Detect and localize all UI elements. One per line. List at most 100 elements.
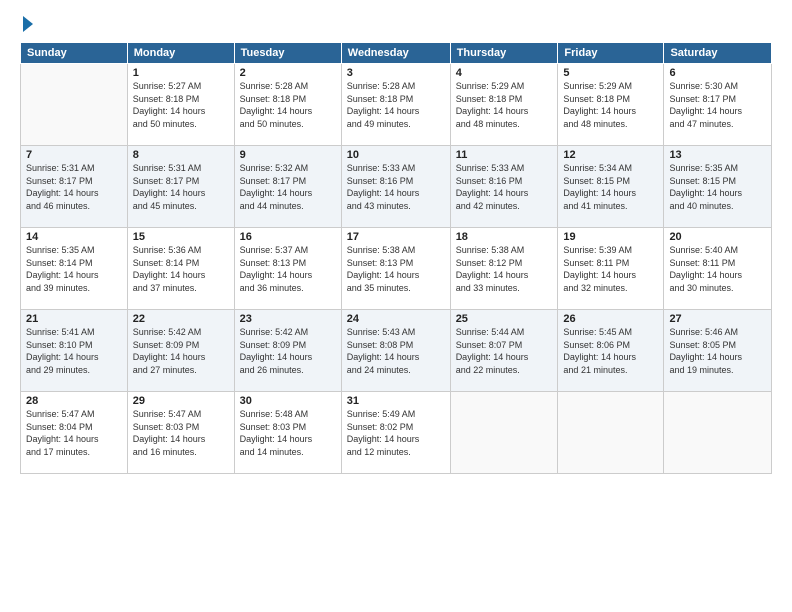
day-info: Sunrise: 5:47 AMSunset: 8:04 PMDaylight:…: [26, 408, 122, 458]
day-number: 9: [240, 149, 336, 161]
day-cell: 1Sunrise: 5:27 AMSunset: 8:18 PMDaylight…: [127, 64, 234, 146]
week-row-4: 21Sunrise: 5:41 AMSunset: 8:10 PMDayligh…: [21, 310, 772, 392]
day-info: Sunrise: 5:33 AMSunset: 8:16 PMDaylight:…: [347, 162, 445, 212]
day-cell: 12Sunrise: 5:34 AMSunset: 8:15 PMDayligh…: [558, 146, 664, 228]
day-info: Sunrise: 5:40 AMSunset: 8:11 PMDaylight:…: [669, 244, 766, 294]
day-info: Sunrise: 5:44 AMSunset: 8:07 PMDaylight:…: [456, 326, 553, 376]
week-row-2: 7Sunrise: 5:31 AMSunset: 8:17 PMDaylight…: [21, 146, 772, 228]
day-info: Sunrise: 5:28 AMSunset: 8:18 PMDaylight:…: [347, 80, 445, 130]
weekday-header-wednesday: Wednesday: [341, 43, 450, 64]
day-number: 14: [26, 231, 122, 243]
day-cell: 13Sunrise: 5:35 AMSunset: 8:15 PMDayligh…: [664, 146, 772, 228]
week-row-1: 1Sunrise: 5:27 AMSunset: 8:18 PMDaylight…: [21, 64, 772, 146]
day-info: Sunrise: 5:38 AMSunset: 8:13 PMDaylight:…: [347, 244, 445, 294]
day-number: 27: [669, 313, 766, 325]
day-info: Sunrise: 5:47 AMSunset: 8:03 PMDaylight:…: [133, 408, 229, 458]
day-cell: 25Sunrise: 5:44 AMSunset: 8:07 PMDayligh…: [450, 310, 558, 392]
day-info: Sunrise: 5:48 AMSunset: 8:03 PMDaylight:…: [240, 408, 336, 458]
day-info: Sunrise: 5:31 AMSunset: 8:17 PMDaylight:…: [26, 162, 122, 212]
weekday-header-saturday: Saturday: [664, 43, 772, 64]
day-info: Sunrise: 5:34 AMSunset: 8:15 PMDaylight:…: [563, 162, 658, 212]
day-info: Sunrise: 5:43 AMSunset: 8:08 PMDaylight:…: [347, 326, 445, 376]
day-cell: 17Sunrise: 5:38 AMSunset: 8:13 PMDayligh…: [341, 228, 450, 310]
day-cell: 27Sunrise: 5:46 AMSunset: 8:05 PMDayligh…: [664, 310, 772, 392]
day-info: Sunrise: 5:38 AMSunset: 8:12 PMDaylight:…: [456, 244, 553, 294]
day-cell: 19Sunrise: 5:39 AMSunset: 8:11 PMDayligh…: [558, 228, 664, 310]
day-cell: 22Sunrise: 5:42 AMSunset: 8:09 PMDayligh…: [127, 310, 234, 392]
day-number: 25: [456, 313, 553, 325]
day-number: 8: [133, 149, 229, 161]
weekday-header-tuesday: Tuesday: [234, 43, 341, 64]
day-cell: 21Sunrise: 5:41 AMSunset: 8:10 PMDayligh…: [21, 310, 128, 392]
day-number: 29: [133, 395, 229, 407]
day-number: 4: [456, 67, 553, 79]
day-number: 28: [26, 395, 122, 407]
day-cell: 3Sunrise: 5:28 AMSunset: 8:18 PMDaylight…: [341, 64, 450, 146]
day-number: 6: [669, 67, 766, 79]
day-info: Sunrise: 5:28 AMSunset: 8:18 PMDaylight:…: [240, 80, 336, 130]
day-cell: 9Sunrise: 5:32 AMSunset: 8:17 PMDaylight…: [234, 146, 341, 228]
page: SundayMondayTuesdayWednesdayThursdayFrid…: [0, 0, 792, 612]
day-number: 2: [240, 67, 336, 79]
week-row-5: 28Sunrise: 5:47 AMSunset: 8:04 PMDayligh…: [21, 392, 772, 474]
day-info: Sunrise: 5:29 AMSunset: 8:18 PMDaylight:…: [456, 80, 553, 130]
day-info: Sunrise: 5:49 AMSunset: 8:02 PMDaylight:…: [347, 408, 445, 458]
weekday-header-thursday: Thursday: [450, 43, 558, 64]
day-cell: 7Sunrise: 5:31 AMSunset: 8:17 PMDaylight…: [21, 146, 128, 228]
day-number: 31: [347, 395, 445, 407]
weekday-header-sunday: Sunday: [21, 43, 128, 64]
day-info: Sunrise: 5:33 AMSunset: 8:16 PMDaylight:…: [456, 162, 553, 212]
header: [20, 16, 772, 32]
day-cell: 5Sunrise: 5:29 AMSunset: 8:18 PMDaylight…: [558, 64, 664, 146]
day-cell: 29Sunrise: 5:47 AMSunset: 8:03 PMDayligh…: [127, 392, 234, 474]
day-info: Sunrise: 5:27 AMSunset: 8:18 PMDaylight:…: [133, 80, 229, 130]
day-info: Sunrise: 5:35 AMSunset: 8:14 PMDaylight:…: [26, 244, 122, 294]
day-cell: 15Sunrise: 5:36 AMSunset: 8:14 PMDayligh…: [127, 228, 234, 310]
day-number: 19: [563, 231, 658, 243]
day-number: 3: [347, 67, 445, 79]
day-info: Sunrise: 5:39 AMSunset: 8:11 PMDaylight:…: [563, 244, 658, 294]
day-cell: 24Sunrise: 5:43 AMSunset: 8:08 PMDayligh…: [341, 310, 450, 392]
day-number: 16: [240, 231, 336, 243]
day-number: 26: [563, 313, 658, 325]
logo: [20, 16, 33, 32]
day-cell: [21, 64, 128, 146]
day-number: 11: [456, 149, 553, 161]
day-cell: 26Sunrise: 5:45 AMSunset: 8:06 PMDayligh…: [558, 310, 664, 392]
day-info: Sunrise: 5:32 AMSunset: 8:17 PMDaylight:…: [240, 162, 336, 212]
day-number: 15: [133, 231, 229, 243]
day-number: 12: [563, 149, 658, 161]
day-number: 17: [347, 231, 445, 243]
day-cell: 23Sunrise: 5:42 AMSunset: 8:09 PMDayligh…: [234, 310, 341, 392]
day-cell: 10Sunrise: 5:33 AMSunset: 8:16 PMDayligh…: [341, 146, 450, 228]
logo-triangle-icon: [23, 16, 33, 32]
day-info: Sunrise: 5:31 AMSunset: 8:17 PMDaylight:…: [133, 162, 229, 212]
day-cell: 8Sunrise: 5:31 AMSunset: 8:17 PMDaylight…: [127, 146, 234, 228]
day-number: 10: [347, 149, 445, 161]
day-info: Sunrise: 5:29 AMSunset: 8:18 PMDaylight:…: [563, 80, 658, 130]
day-cell: 2Sunrise: 5:28 AMSunset: 8:18 PMDaylight…: [234, 64, 341, 146]
day-number: 5: [563, 67, 658, 79]
day-cell: [664, 392, 772, 474]
day-cell: [450, 392, 558, 474]
day-info: Sunrise: 5:42 AMSunset: 8:09 PMDaylight:…: [240, 326, 336, 376]
weekday-header-row: SundayMondayTuesdayWednesdayThursdayFrid…: [21, 43, 772, 64]
day-info: Sunrise: 5:36 AMSunset: 8:14 PMDaylight:…: [133, 244, 229, 294]
day-cell: 30Sunrise: 5:48 AMSunset: 8:03 PMDayligh…: [234, 392, 341, 474]
day-cell: 6Sunrise: 5:30 AMSunset: 8:17 PMDaylight…: [664, 64, 772, 146]
day-number: 22: [133, 313, 229, 325]
day-info: Sunrise: 5:30 AMSunset: 8:17 PMDaylight:…: [669, 80, 766, 130]
day-number: 7: [26, 149, 122, 161]
day-number: 30: [240, 395, 336, 407]
weekday-header-monday: Monday: [127, 43, 234, 64]
day-cell: 31Sunrise: 5:49 AMSunset: 8:02 PMDayligh…: [341, 392, 450, 474]
day-number: 23: [240, 313, 336, 325]
weekday-header-friday: Friday: [558, 43, 664, 64]
day-cell: 28Sunrise: 5:47 AMSunset: 8:04 PMDayligh…: [21, 392, 128, 474]
day-number: 18: [456, 231, 553, 243]
day-cell: 4Sunrise: 5:29 AMSunset: 8:18 PMDaylight…: [450, 64, 558, 146]
day-cell: 16Sunrise: 5:37 AMSunset: 8:13 PMDayligh…: [234, 228, 341, 310]
day-info: Sunrise: 5:42 AMSunset: 8:09 PMDaylight:…: [133, 326, 229, 376]
day-number: 21: [26, 313, 122, 325]
day-cell: 14Sunrise: 5:35 AMSunset: 8:14 PMDayligh…: [21, 228, 128, 310]
